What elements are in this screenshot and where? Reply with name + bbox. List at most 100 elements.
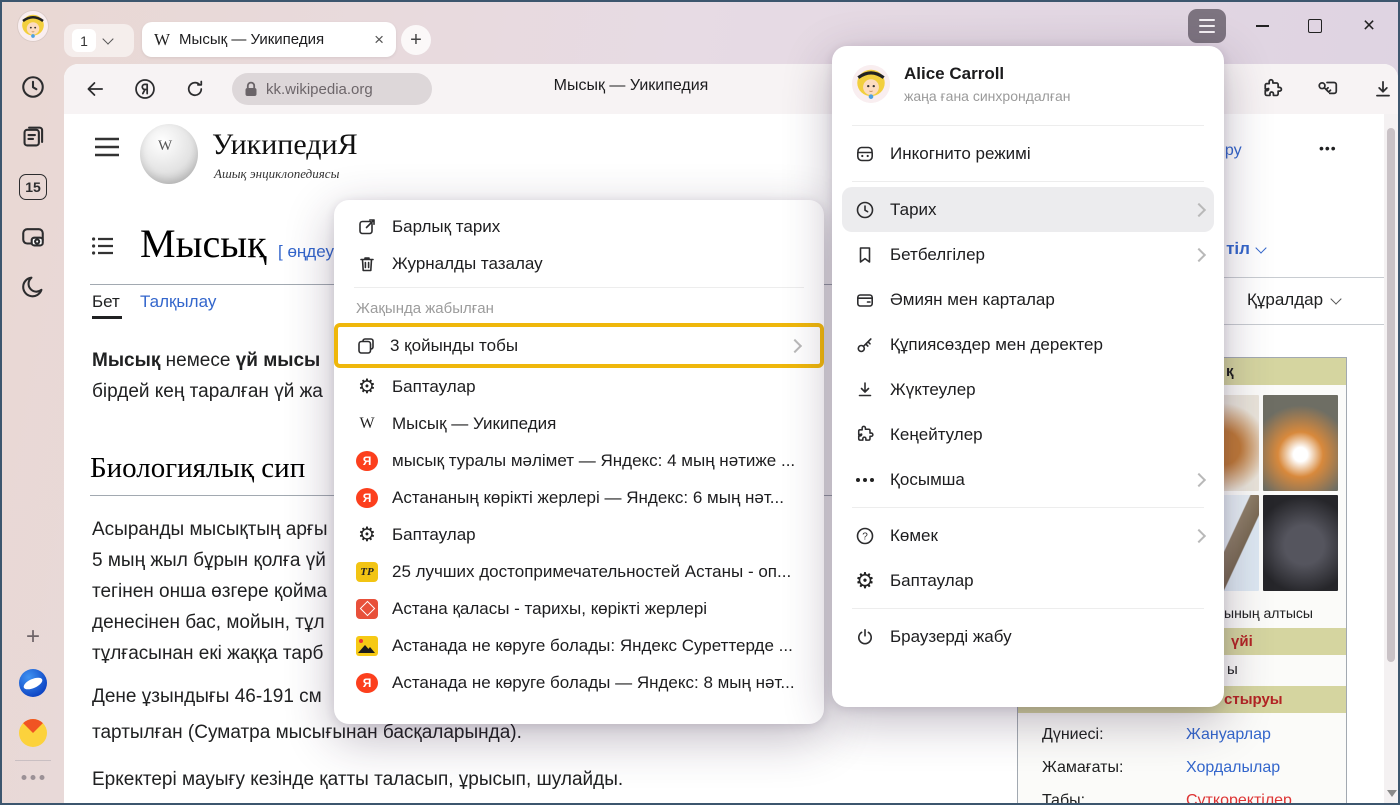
address-bar[interactable]: kk.wikipedia.org	[232, 73, 432, 105]
menu-item-downloads[interactable]: Жүктеулер	[832, 367, 1224, 412]
infobox-title-fragment: қ	[1226, 363, 1234, 380]
yandex-search-button[interactable]	[132, 76, 158, 102]
reload-button[interactable]	[182, 76, 208, 102]
key-folder-icon	[1315, 77, 1339, 101]
close-button[interactable]: ×	[1354, 12, 1384, 40]
menu-item-label: Мысық — Уикипедия	[392, 414, 556, 434]
menu-item-history-entry[interactable]: Я Астананың көрікті жерлері — Яндекс: 6 …	[334, 479, 824, 516]
list-icon	[92, 236, 114, 256]
minimize-button[interactable]	[1247, 12, 1277, 40]
browser-menu-button[interactable]	[1188, 9, 1226, 43]
profile-row[interactable]: Alice Carroll жаңа ғана синхрондалған	[832, 60, 1224, 120]
menu-item-history-entry[interactable]: Я Астанада не көруге болады — Яндекс: 8 …	[334, 664, 824, 701]
menu-item-bookmarks[interactable]: Бетбелгілер	[832, 232, 1224, 277]
profile-avatar[interactable]	[18, 11, 48, 41]
calendar-sidebar-button[interactable]: 15	[18, 172, 48, 202]
sidebar-more-button[interactable]	[22, 775, 45, 780]
new-tab-button[interactable]: +	[401, 25, 431, 55]
menu-item-settings[interactable]: ⚙ Баптаулар	[334, 516, 824, 553]
paragraph-line: Мысық немесе үй мысы	[92, 350, 320, 372]
menu-item-settings[interactable]: ⚙ Баптаулар	[832, 558, 1224, 603]
tab-count: 1	[72, 29, 96, 52]
menu-divider	[852, 507, 1204, 508]
yandex-browser-app-button[interactable]	[18, 668, 48, 698]
chevron-right-icon	[1192, 247, 1206, 261]
tools-dropdown[interactable]: Құралдар	[1247, 290, 1340, 310]
astana-site-favicon	[356, 599, 378, 619]
menu-item-wallet[interactable]: Әмиян мен карталар	[832, 277, 1224, 322]
menu-item-history-entry[interactable]: TP 25 лучших достопримечательностей Аста…	[334, 553, 824, 590]
menu-item-history-entry[interactable]: Астанада не көруге болады: Яндекс Суретт…	[334, 627, 824, 664]
menu-item-label: Баптаулар	[890, 571, 974, 591]
menu-item-settings[interactable]: ⚙ Баптаулар	[334, 368, 824, 405]
menu-item-tab-group-highlighted[interactable]: 3 қойынды тобы	[334, 323, 824, 368]
menu-item-label: Жүктеулер	[890, 380, 976, 400]
menu-item-label: Бетбелгілер	[890, 245, 985, 265]
menu-item-extensions[interactable]: Кеңейтулер	[832, 412, 1224, 457]
history-submenu: Барлық тарих Журналды тазалау Жақында жа…	[334, 200, 824, 724]
recently-closed-section-label: Жақында жабылған	[334, 293, 824, 323]
scrollbar-thumb[interactable]	[1387, 128, 1395, 662]
history-sidebar-button[interactable]	[18, 72, 48, 102]
menu-item-label: 3 қойынды тобы	[390, 336, 518, 356]
notes-sidebar-button[interactable]	[18, 122, 48, 152]
dark-mode-sidebar-button[interactable]	[18, 272, 48, 302]
tab-page-link[interactable]: Бет	[92, 292, 120, 312]
menu-item-label: Барлық тарих	[392, 217, 500, 237]
sidebar-add-button[interactable]: +	[18, 622, 48, 652]
tab-talk-link[interactable]: Талқылау	[140, 292, 216, 312]
extensions-button[interactable]	[1260, 76, 1286, 102]
profile-name: Alice Carroll	[904, 64, 1070, 84]
active-tab[interactable]: W Мысық — Уикипедия ×	[142, 22, 396, 57]
tab-close-icon[interactable]: ×	[374, 30, 384, 50]
yandex-mail-app-button[interactable]	[18, 718, 48, 748]
download-icon	[1372, 78, 1394, 100]
menu-item-history[interactable]: Тарих	[842, 187, 1214, 232]
menu-item-incognito[interactable]: Инкогнито режимі	[832, 131, 1224, 176]
menu-item-history-entry[interactable]: W Мысық — Уикипедия	[334, 405, 824, 442]
paragraph-line: тегінен онша өзгере қойма	[92, 581, 327, 603]
taxonomy-row-value[interactable]: Сүткоректілер	[1186, 792, 1292, 803]
chevron-right-icon	[1192, 202, 1206, 216]
notes-icon	[20, 124, 46, 150]
maximize-button[interactable]	[1300, 12, 1330, 40]
help-icon: ?	[854, 526, 876, 546]
browser-window: 1 W Мысық — Уикипедия × + × 15 +	[0, 0, 1400, 805]
downloads-button[interactable]	[1370, 76, 1396, 102]
screenshot-sidebar-button[interactable]	[18, 222, 48, 252]
menu-item-close-browser[interactable]: Браузерді жабу	[832, 614, 1224, 659]
wiki-wordmark: УикипедиЯ	[212, 128, 358, 162]
page-scrollbar[interactable]	[1384, 114, 1398, 803]
cat-photo[interactable]	[1263, 495, 1338, 591]
back-button[interactable]	[82, 76, 108, 102]
menu-item-more[interactable]: Қосымша	[832, 457, 1224, 502]
menu-item-label: Тарих	[890, 200, 937, 220]
menu-item-passwords[interactable]: Құпиясөздер мен деректер	[832, 322, 1224, 367]
menu-item-label: Баптаулар	[392, 377, 476, 397]
taxonomy-row-label: Жамағаты:	[1042, 759, 1123, 777]
toc-button[interactable]	[92, 236, 114, 256]
passwords-button[interactable]	[1314, 76, 1340, 102]
menu-item-history-entry[interactable]: Астана қаласы - тарихы, көрікті жерлері	[334, 590, 824, 627]
scrollbar-down-arrow[interactable]	[1387, 790, 1397, 797]
gear-icon: ⚙	[356, 525, 378, 545]
tab-group-counter[interactable]: 1	[64, 24, 134, 57]
taxonomy-row-value[interactable]: Хордалылар	[1186, 759, 1280, 777]
menu-item-help[interactable]: ? Көмек	[832, 513, 1224, 558]
wikipedia-globe-logo[interactable]: W	[140, 124, 198, 184]
hamburger-icon	[94, 136, 120, 158]
wiki-hamburger-button[interactable]	[94, 136, 120, 158]
menu-item-all-history[interactable]: Барлық тарих	[334, 208, 824, 245]
cat-photo[interactable]	[1263, 395, 1338, 491]
yandex-favicon: Я	[356, 673, 378, 693]
edit-link[interactable]: [ өңдеу	[278, 242, 334, 262]
download-icon	[854, 380, 876, 400]
wiki-more-menu[interactable]: •••	[1319, 140, 1337, 156]
tripadvisor-favicon: TP	[356, 562, 378, 582]
menu-item-label: Кеңейтулер	[890, 425, 983, 445]
menu-item-history-entry[interactable]: Я мысық туралы мәлімет — Яндекс: 4 мың н…	[334, 442, 824, 479]
taxonomy-row-value[interactable]: Жануарлар	[1186, 726, 1271, 744]
yandex-mail-logo-icon	[19, 719, 47, 747]
tab-title: Мысық — Уикипедия	[179, 31, 365, 48]
menu-item-clear-history[interactable]: Журналды тазалау	[334, 245, 824, 282]
